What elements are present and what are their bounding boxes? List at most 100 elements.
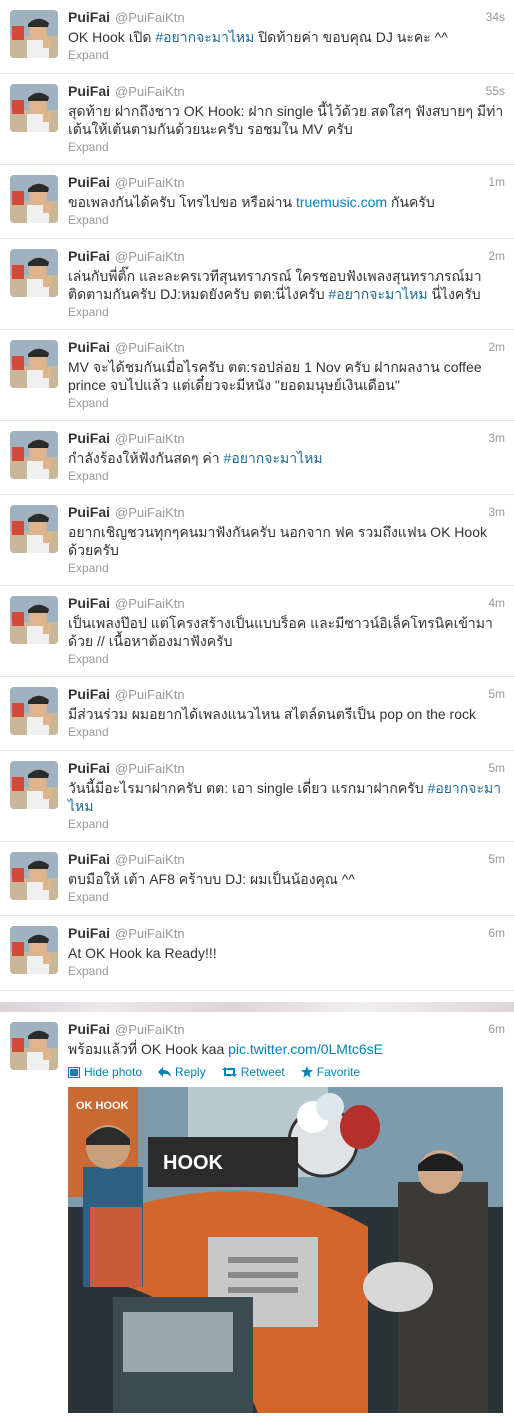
avatar[interactable] (10, 340, 58, 388)
avatar[interactable] (10, 249, 58, 297)
tweet-time[interactable]: 4m (488, 596, 505, 610)
user-fullname[interactable]: PuiFai (68, 430, 110, 446)
tweet-item[interactable]: 2m PuiFai @PuiFaiKtn MV จะได้ชมกันเมื่อไ… (0, 330, 514, 421)
user-fullname[interactable]: PuiFai (68, 83, 110, 99)
tweet-time[interactable]: 6m (488, 926, 505, 940)
tweet-item[interactable]: 6m PuiFai @PuiFaiKtn At OK Hook ka Ready… (0, 916, 514, 991)
user-screenname[interactable]: @PuiFaiKtn (115, 596, 185, 611)
tweet-item[interactable]: 5m PuiFai @PuiFaiKtn มีส่วนร่วม ผมอยากได… (0, 677, 514, 751)
expand-link[interactable]: Expand (68, 47, 504, 70)
tweet-item[interactable]: 55s PuiFai @PuiFaiKtn สุดท้าย ฝากถึงชาว … (0, 74, 514, 165)
avatar[interactable] (10, 10, 58, 58)
user-screenname[interactable]: @PuiFaiKtn (115, 431, 185, 446)
tweet-time[interactable]: 5m (488, 852, 505, 866)
url-link[interactable]: truemusic.com (296, 194, 387, 210)
tweet-text: OK Hook เปิด #อยากจะมาไหม ปิดท้ายค่า ขอบ… (68, 28, 504, 46)
hashtag-link[interactable]: #อยากจะมาไหม (224, 450, 323, 466)
user-screenname[interactable]: @PuiFaiKtn (115, 84, 185, 99)
tweet-item[interactable]: 3m PuiFai @PuiFaiKtn อยากเชิญชวนทุกๆคนมา… (0, 495, 514, 586)
tweet-time[interactable]: 55s (486, 84, 505, 98)
tweet-time[interactable]: 3m (488, 505, 505, 519)
hide-photo-button[interactable]: Hide photo (68, 1065, 142, 1079)
reply-button[interactable]: Reply (158, 1065, 206, 1079)
avatar[interactable] (10, 687, 58, 735)
tweet-time[interactable]: 34s (486, 10, 505, 24)
user-screenname[interactable]: @PuiFaiKtn (115, 1022, 185, 1037)
hashtag-link[interactable]: #อยากจะมาไหม (155, 29, 254, 45)
avatar[interactable] (10, 1022, 58, 1070)
user-fullname[interactable]: PuiFai (68, 339, 110, 355)
hashtag-link[interactable]: #อยากจะมาไหม (329, 286, 428, 302)
user-fullname[interactable]: PuiFai (68, 760, 110, 776)
tweet-item[interactable]: 34s PuiFai @PuiFaiKtn OK Hook เปิด #อยาก… (0, 0, 514, 74)
expand-link[interactable]: Expand (68, 963, 504, 986)
tweet-text-segment: กำลังร้องให้ฟังกันสดๆ ค่า (68, 450, 224, 466)
tweet-text-segment: เป็นเพลงป๊อป แต่โครงสร้างเป็นแบบร็อค และ… (68, 615, 493, 649)
retweet-button[interactable]: Retweet (221, 1065, 285, 1079)
avatar[interactable] (10, 431, 58, 479)
tweet-item[interactable]: 3m PuiFai @PuiFaiKtn กำลังร้องให้ฟังกันส… (0, 421, 514, 495)
tweet-item[interactable]: 5m PuiFai @PuiFaiKtn ตบมือให้ เต้า AF8 ค… (0, 842, 514, 916)
tweet-text-segment: ตบมือให้ เต้า AF8 คร้าบบ DJ: ผมเป็นน้องค… (68, 871, 355, 887)
tweet-text-segment: กันครับ (387, 194, 435, 210)
avatar[interactable] (10, 852, 58, 900)
tweet-text-segment: ปิดท้ายค่า ขอบคุณ DJ นะคะ ^^ (254, 29, 448, 45)
user-screenname[interactable]: @PuiFaiKtn (115, 926, 185, 941)
expand-link[interactable]: Expand (68, 651, 504, 674)
user-screenname[interactable]: @PuiFaiKtn (115, 340, 185, 355)
user-fullname[interactable]: PuiFai (68, 248, 110, 264)
expand-link[interactable]: Expand (68, 139, 504, 162)
tweet-timeline: 34s PuiFai @PuiFaiKtn OK Hook เปิด #อยาก… (0, 0, 514, 991)
avatar[interactable] (10, 84, 58, 132)
tweet-photo[interactable]: HOOK OK HOOK (68, 1087, 503, 1413)
user-fullname[interactable]: PuiFai (68, 504, 110, 520)
tweet-time[interactable]: 3m (488, 431, 505, 445)
user-screenname[interactable]: @PuiFaiKtn (115, 761, 185, 776)
tweet-time[interactable]: 1m (488, 175, 505, 189)
tweet-time[interactable]: 6m (488, 1022, 505, 1036)
user-screenname[interactable]: @PuiFaiKtn (115, 249, 185, 264)
tweet-text: มีส่วนร่วม ผมอยากได้เพลงแนวไหน สไตล์ดนตร… (68, 705, 504, 723)
expand-link[interactable]: Expand (68, 889, 504, 912)
avatar[interactable] (10, 505, 58, 553)
tweet-time[interactable]: 5m (488, 761, 505, 775)
tweet-text: กำลังร้องให้ฟังกันสดๆ ค่า #อยากจะมาไหม (68, 449, 504, 467)
tweet-text: At OK Hook ka Ready!!! (68, 944, 504, 962)
expand-link[interactable]: Expand (68, 304, 504, 327)
avatar[interactable] (10, 175, 58, 223)
tweet-time[interactable]: 5m (488, 687, 505, 701)
expand-link[interactable]: Expand (68, 816, 504, 839)
expand-link[interactable]: Expand (68, 724, 504, 747)
tweet-time[interactable]: 2m (488, 249, 505, 263)
expand-link[interactable]: Expand (68, 560, 504, 583)
user-fullname[interactable]: PuiFai (68, 174, 110, 190)
tweet-text-segment: At OK Hook ka Ready!!! (68, 945, 217, 961)
favorite-button[interactable]: Favorite (300, 1065, 361, 1079)
expand-link[interactable]: Expand (68, 212, 504, 235)
expand-link[interactable]: Expand (68, 395, 504, 418)
user-fullname[interactable]: PuiFai (68, 925, 110, 941)
tweet-text-body: พร้อมแล้วที่ OK Hook kaa (68, 1041, 229, 1057)
user-fullname[interactable]: PuiFai (68, 9, 110, 25)
tweet-item[interactable]: 2m PuiFai @PuiFaiKtn เล่นกับพี่ติ๊ก และล… (0, 239, 514, 330)
expand-link[interactable]: Expand (68, 468, 504, 491)
avatar[interactable] (10, 761, 58, 809)
avatar[interactable] (10, 926, 58, 974)
user-screenname[interactable]: @PuiFaiKtn (115, 175, 185, 190)
user-fullname[interactable]: PuiFai (68, 851, 110, 867)
user-fullname[interactable]: PuiFai (68, 686, 110, 702)
user-screenname[interactable]: @PuiFaiKtn (115, 687, 185, 702)
user-screenname[interactable]: @PuiFaiKtn (115, 852, 185, 867)
tweet-item[interactable]: 5m PuiFai @PuiFaiKtn วันนี้มีอะไรมาฝากคร… (0, 751, 514, 842)
user-screenname[interactable]: @PuiFaiKtn (115, 10, 185, 25)
favorite-label: Favorite (316, 1065, 361, 1079)
reply-label: Reply (175, 1065, 206, 1079)
user-fullname[interactable]: PuiFai (68, 595, 110, 611)
tweet-time[interactable]: 2m (488, 340, 505, 354)
photo-link[interactable]: pic.twitter.com/0LMtc6sE (228, 1041, 383, 1057)
user-screenname[interactable]: @PuiFaiKtn (115, 505, 185, 520)
avatar[interactable] (10, 596, 58, 644)
tweet-item[interactable]: 4m PuiFai @PuiFaiKtn เป็นเพลงป๊อป แต่โคร… (0, 586, 514, 677)
user-fullname[interactable]: PuiFai (68, 1021, 110, 1037)
tweet-item[interactable]: 1m PuiFai @PuiFaiKtn ขอเพลงกันได้ครับ โท… (0, 165, 514, 239)
